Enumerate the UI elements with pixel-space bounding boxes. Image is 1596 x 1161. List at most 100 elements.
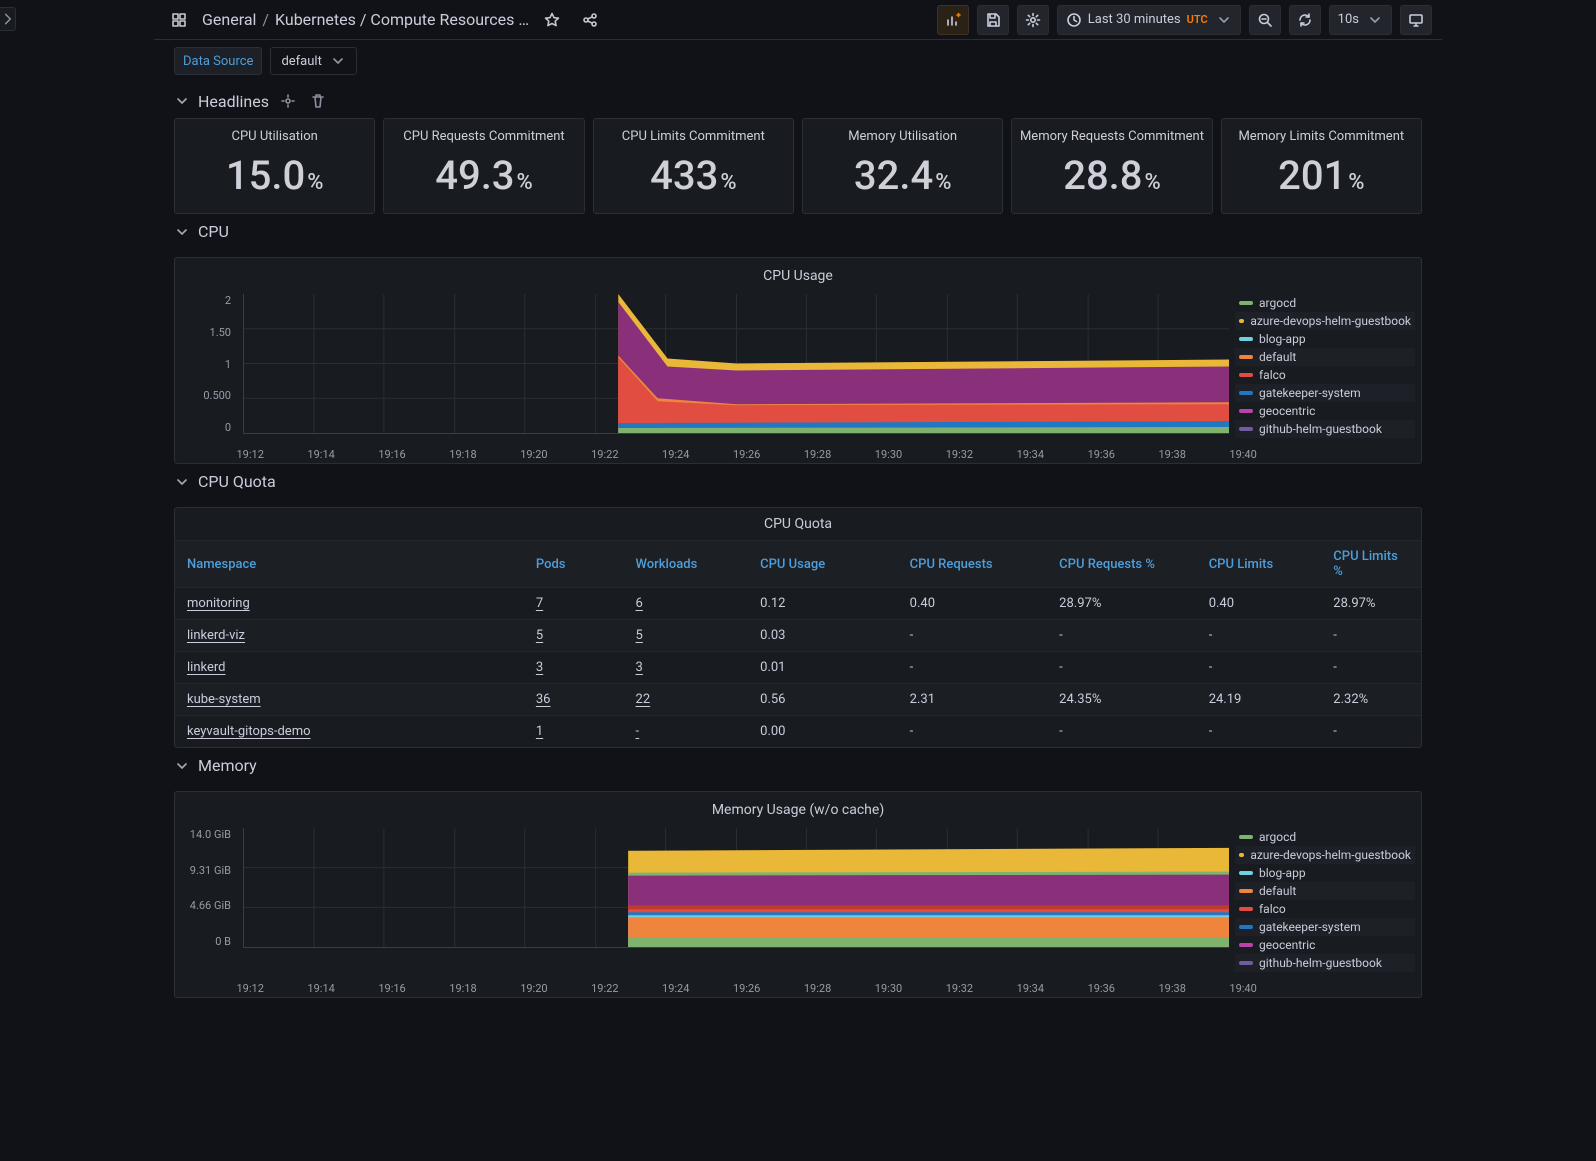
open-side-panel[interactable] bbox=[0, 7, 16, 31]
chart-plot[interactable] bbox=[243, 294, 1229, 434]
stat-card[interactable]: CPU Limits Commitment433% bbox=[593, 118, 794, 214]
row-settings-icon[interactable] bbox=[277, 90, 299, 112]
namespace-link[interactable]: linkerd bbox=[187, 660, 225, 675]
chevron-down-icon bbox=[174, 474, 190, 490]
cpu-limits-cell: - bbox=[1197, 620, 1322, 652]
legend-item[interactable]: gatekeeper-system bbox=[1235, 384, 1415, 402]
legend-item[interactable]: geocentric bbox=[1235, 936, 1415, 954]
panel-title[interactable]: CPU Usage bbox=[175, 258, 1421, 294]
legend-item[interactable]: github-helm-guestbook bbox=[1235, 954, 1415, 972]
cpu-requests-cell: - bbox=[898, 620, 1048, 652]
namespace-link[interactable]: kube-system bbox=[187, 692, 261, 707]
x-tick: 19:30 bbox=[875, 982, 876, 995]
save-button[interactable] bbox=[977, 5, 1009, 35]
workloads-link[interactable]: - bbox=[636, 724, 640, 739]
x-tick: 19:32 bbox=[946, 448, 947, 461]
apps-icon[interactable] bbox=[164, 6, 194, 34]
stat-value: 15.0% bbox=[181, 152, 368, 199]
legend-swatch bbox=[1239, 871, 1253, 875]
view-mode-button[interactable] bbox=[1400, 5, 1432, 35]
stat-title: CPU Utilisation bbox=[181, 129, 368, 144]
refresh-button[interactable] bbox=[1289, 5, 1321, 35]
stat-card[interactable]: Memory Requests Commitment28.8% bbox=[1011, 118, 1212, 214]
x-tick: 19:26 bbox=[733, 448, 734, 461]
namespace-link[interactable]: keyvault-gitops-demo bbox=[187, 724, 311, 739]
x-tick: 19:18 bbox=[449, 448, 450, 461]
refresh-interval-picker[interactable]: 10s bbox=[1329, 5, 1392, 35]
legend-item[interactable]: geocentric bbox=[1235, 402, 1415, 420]
legend-item[interactable]: argocd bbox=[1235, 828, 1415, 846]
legend-item[interactable]: blog-app bbox=[1235, 864, 1415, 882]
legend-item[interactable]: azure-devops-helm-guestbook bbox=[1235, 846, 1415, 864]
x-tick: 19:38 bbox=[1158, 982, 1159, 995]
namespace-link[interactable]: monitoring bbox=[187, 596, 250, 611]
column-header[interactable]: Workloads bbox=[624, 541, 749, 588]
pods-link[interactable]: 36 bbox=[536, 692, 551, 707]
breadcrumb-dashboard[interactable]: Kubernetes / Compute Resources … bbox=[275, 10, 529, 29]
datasource-picker[interactable]: default bbox=[270, 47, 356, 75]
stat-card[interactable]: Memory Utilisation32.4% bbox=[802, 118, 1003, 214]
row-cpu-quota[interactable]: CPU Quota bbox=[154, 464, 1442, 497]
column-header[interactable]: CPU Requests bbox=[898, 541, 1048, 588]
datasource-value: default bbox=[281, 54, 321, 69]
workloads-link[interactable]: 22 bbox=[636, 692, 651, 707]
stat-value: 433% bbox=[600, 152, 787, 199]
legend-item[interactable]: argocd bbox=[1235, 294, 1415, 312]
breadcrumb: General / Kubernetes / Compute Resources… bbox=[202, 10, 529, 29]
legend-item[interactable]: azure-devops-helm-guestbook bbox=[1235, 312, 1415, 330]
column-header[interactable]: Namespace bbox=[175, 541, 524, 588]
workloads-link[interactable]: 6 bbox=[636, 596, 643, 611]
legend-item[interactable]: falco bbox=[1235, 900, 1415, 918]
legend-label: gatekeeper-system bbox=[1259, 386, 1361, 400]
cpu-usage-panel: CPU Usage 21.5010.5000 bbox=[174, 257, 1422, 464]
column-header[interactable]: CPU Limits bbox=[1197, 541, 1322, 588]
row-memory[interactable]: Memory bbox=[154, 748, 1442, 781]
column-header[interactable]: Pods bbox=[524, 541, 624, 588]
pods-link[interactable]: 5 bbox=[536, 628, 543, 643]
pods-link[interactable]: 1 bbox=[536, 724, 543, 739]
column-header[interactable]: CPU Limits % bbox=[1321, 541, 1421, 588]
cpu-limits-pct-cell: - bbox=[1321, 652, 1421, 684]
legend-swatch bbox=[1239, 409, 1253, 413]
cpu-requests-cell: - bbox=[898, 716, 1048, 748]
star-button[interactable] bbox=[537, 6, 567, 34]
row-cpu[interactable]: CPU bbox=[154, 214, 1442, 247]
namespace-link[interactable]: linkerd-viz bbox=[187, 628, 245, 643]
legend-item[interactable]: blog-app bbox=[1235, 330, 1415, 348]
chevron-down-icon bbox=[1216, 12, 1232, 28]
add-panel-button[interactable] bbox=[937, 5, 969, 35]
cpu-limits-pct-cell: 28.97% bbox=[1321, 588, 1421, 620]
stat-card[interactable]: CPU Utilisation 15.0% bbox=[174, 118, 375, 214]
template-variables-bar: Data Source default bbox=[154, 40, 1442, 82]
stat-card[interactable]: CPU Requests Commitment49.3% bbox=[383, 118, 584, 214]
stat-card[interactable]: Memory Limits Commitment201% bbox=[1221, 118, 1422, 214]
refresh-interval-label: 10s bbox=[1338, 12, 1359, 27]
stat-value: 32.4% bbox=[809, 152, 996, 199]
legend-label: default bbox=[1259, 350, 1296, 364]
legend-item[interactable]: falco bbox=[1235, 366, 1415, 384]
chart-plot[interactable] bbox=[243, 828, 1229, 948]
chevron-right-icon bbox=[0, 11, 15, 27]
x-axis: 19:1219:1419:1619:1819:2019:2219:2419:26… bbox=[175, 444, 1421, 463]
legend-item[interactable]: default bbox=[1235, 882, 1415, 900]
legend-item[interactable]: github-helm-guestbook bbox=[1235, 420, 1415, 438]
legend-item[interactable]: gatekeeper-system bbox=[1235, 918, 1415, 936]
column-header[interactable]: CPU Usage bbox=[748, 541, 898, 588]
pods-link[interactable]: 3 bbox=[536, 660, 543, 675]
legend-label: argocd bbox=[1259, 296, 1296, 310]
breadcrumb-folder[interactable]: General bbox=[202, 10, 256, 29]
settings-button[interactable] bbox=[1017, 5, 1049, 35]
table-row: linkerd-viz550.03---- bbox=[175, 620, 1421, 652]
zoom-out-button[interactable] bbox=[1249, 5, 1281, 35]
panel-title[interactable]: CPU Quota bbox=[175, 508, 1421, 540]
pods-link[interactable]: 7 bbox=[536, 596, 543, 611]
row-delete-icon[interactable] bbox=[307, 90, 329, 112]
workloads-link[interactable]: 5 bbox=[636, 628, 643, 643]
legend-item[interactable]: default bbox=[1235, 348, 1415, 366]
time-range-picker[interactable]: Last 30 minutes UTC bbox=[1057, 5, 1241, 35]
share-button[interactable] bbox=[575, 6, 605, 34]
workloads-link[interactable]: 3 bbox=[636, 660, 643, 675]
panel-title[interactable]: Memory Usage (w/o cache) bbox=[175, 792, 1421, 828]
column-header[interactable]: CPU Requests % bbox=[1047, 541, 1197, 588]
row-headlines[interactable]: Headlines bbox=[154, 82, 1442, 118]
